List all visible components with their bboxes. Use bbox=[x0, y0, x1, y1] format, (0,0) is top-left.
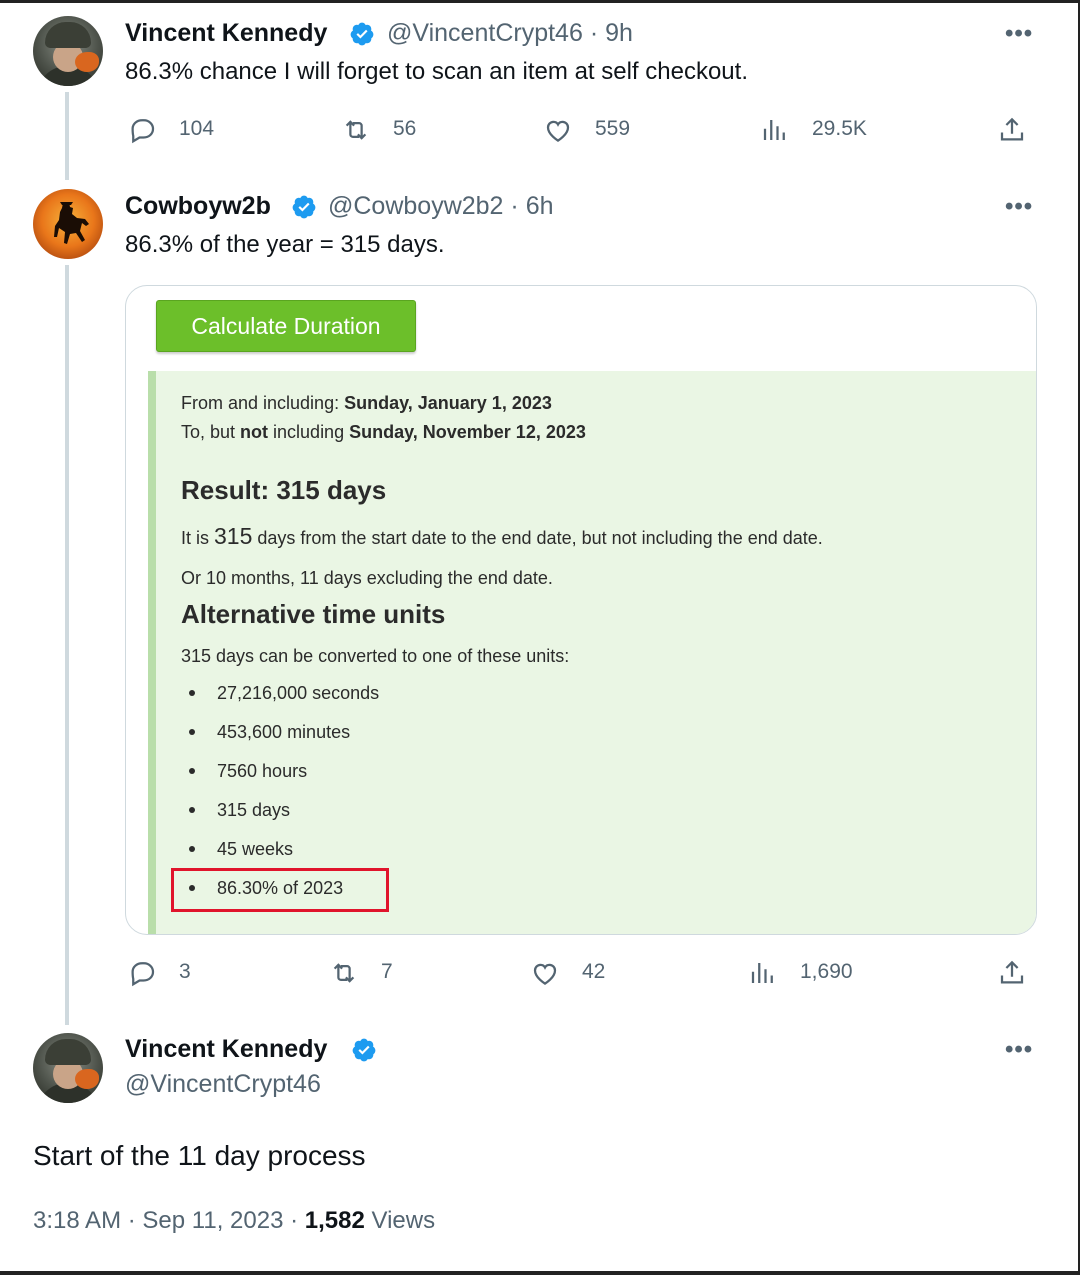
thread-connector-line bbox=[65, 265, 69, 1025]
share-icon bbox=[1000, 117, 1024, 141]
frame-top-edge bbox=[0, 0, 1080, 3]
tweet-time[interactable]: 3:18 AM bbox=[33, 1207, 121, 1234]
retweet-button[interactable]: 56 bbox=[341, 115, 416, 145]
retweet-button[interactable]: 7 bbox=[329, 958, 393, 988]
more-options-icon[interactable]: ••• bbox=[1005, 20, 1033, 48]
views-count: 1,582 bbox=[304, 1207, 365, 1234]
views-button[interactable]: 29.5K bbox=[760, 115, 867, 145]
unit-list-item: 7560 hours bbox=[181, 761, 307, 782]
reply-button[interactable]: 104 bbox=[127, 115, 214, 145]
alternative-heading: Alternative time units bbox=[181, 599, 446, 629]
retweet-count: 7 bbox=[381, 960, 393, 983]
reply-icon bbox=[131, 962, 155, 987]
tweet-meta: 3:18 AM · Sep 11, 2023 · 1,582 Views bbox=[33, 1207, 436, 1234]
tweet-text: Start of the 11 day process bbox=[33, 1140, 366, 1171]
from-date-line: From and including: Sunday, January 1, 2… bbox=[181, 393, 552, 413]
author-name[interactable]: Vincent Kennedy bbox=[125, 1035, 327, 1064]
author-handle[interactable]: @Cowboyw2b2 · 6h bbox=[328, 192, 554, 221]
tweet-date[interactable]: Sep 11, 2023 bbox=[142, 1207, 283, 1234]
retweet-count: 56 bbox=[393, 117, 417, 140]
share-button[interactable] bbox=[997, 958, 1027, 988]
thread-connector-line bbox=[65, 92, 69, 180]
unit-list-item: 45 weeks bbox=[181, 839, 293, 860]
author-handle[interactable]: @VincentCrypt46 · 9h bbox=[387, 19, 633, 48]
author-name[interactable]: Vincent Kennedy bbox=[125, 19, 327, 48]
calculate-duration-button: Calculate Duration bbox=[156, 300, 416, 352]
reply-icon bbox=[131, 119, 155, 144]
tweet-text: 86.3% of the year = 315 days. bbox=[125, 231, 445, 258]
verified-badge-icon bbox=[350, 22, 374, 46]
more-options-icon[interactable]: ••• bbox=[1005, 1036, 1033, 1064]
retweet-icon bbox=[333, 963, 355, 983]
alternative-line: Or 10 months, 11 days excluding the end … bbox=[181, 568, 553, 588]
to-date-line: To, but not including Sunday, November 1… bbox=[181, 422, 586, 442]
frame-bottom-edge bbox=[0, 1271, 1080, 1275]
like-button[interactable]: 42 bbox=[530, 958, 605, 988]
result-panel: From and including: Sunday, January 1, 2… bbox=[148, 371, 1036, 934]
convert-line: 315 days can be converted to one of thes… bbox=[181, 646, 570, 666]
like-count: 42 bbox=[582, 960, 606, 983]
avatar[interactable] bbox=[33, 189, 103, 259]
unit-list-item: 453,600 minutes bbox=[181, 722, 350, 743]
views-label: Views bbox=[371, 1207, 436, 1234]
like-count: 559 bbox=[595, 117, 631, 140]
more-options-icon[interactable]: ••• bbox=[1005, 193, 1033, 221]
result-line: It is 315 days from the start date to th… bbox=[181, 523, 823, 549]
unit-list-item: 27,216,000 seconds bbox=[181, 683, 379, 704]
heart-icon bbox=[533, 963, 557, 985]
views-count: 1,690 bbox=[800, 960, 853, 983]
author-handle[interactable]: @VincentCrypt46 bbox=[125, 1070, 321, 1099]
reply-count: 104 bbox=[179, 117, 215, 140]
verified-badge-icon bbox=[292, 195, 316, 219]
heart-icon bbox=[546, 120, 570, 142]
tweet-time: 9h bbox=[605, 19, 633, 47]
retweet-icon bbox=[345, 120, 367, 140]
tweet-time: 6h bbox=[525, 192, 554, 220]
reply-button[interactable]: 3 bbox=[127, 958, 191, 988]
views-count: 29.5K bbox=[812, 117, 867, 140]
tweet-text: 86.3% chance I will forget to scan an it… bbox=[125, 58, 748, 85]
views-chart-icon bbox=[763, 120, 785, 140]
share-button[interactable] bbox=[997, 115, 1027, 145]
avatar[interactable] bbox=[33, 16, 103, 86]
unit-list-item: 315 days bbox=[181, 800, 290, 821]
attached-image[interactable]: Calculate Duration From and including: S… bbox=[125, 285, 1037, 935]
verified-badge-icon bbox=[352, 1038, 376, 1062]
share-icon bbox=[1000, 960, 1024, 984]
views-chart-icon bbox=[751, 963, 773, 983]
red-highlight-box bbox=[171, 868, 389, 912]
views-button[interactable]: 1,690 bbox=[748, 958, 853, 988]
reply-count: 3 bbox=[179, 960, 191, 983]
result-heading: Result: 315 days bbox=[181, 475, 387, 505]
avatar[interactable] bbox=[33, 1033, 103, 1103]
author-name[interactable]: Cowboyw2b bbox=[125, 192, 271, 221]
like-button[interactable]: 559 bbox=[543, 115, 630, 145]
